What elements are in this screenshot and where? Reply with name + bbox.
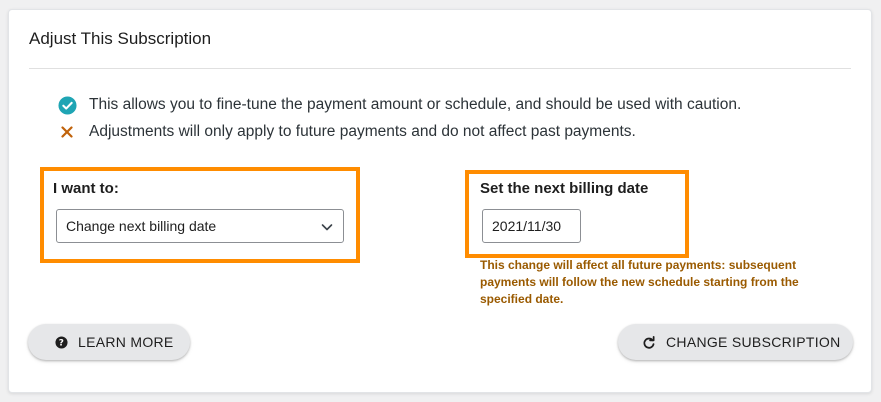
action-select[interactable]: Change next billing date [56, 209, 344, 243]
check-circle-icon [57, 95, 77, 115]
chevron-down-icon [320, 220, 334, 234]
change-subscription-button[interactable]: CHANGE SUBSCRIPTION [618, 324, 853, 360]
redo-arrow-icon [642, 335, 656, 349]
want-to-label: I want to: [53, 180, 119, 197]
billing-date-label: Set the next billing date [480, 180, 649, 197]
note-future-only: Adjustments will only apply to future pa… [57, 122, 636, 142]
x-mark-icon [57, 122, 77, 142]
learn-more-button[interactable]: ? LEARN MORE [28, 324, 190, 360]
note-future-only-text: Adjustments will only apply to future pa… [89, 123, 636, 140]
note-caution-text: This allows you to fine-tune the payment… [89, 96, 742, 113]
note-caution: This allows you to fine-tune the payment… [57, 95, 741, 115]
question-circle-icon: ? [54, 335, 68, 349]
billing-date-input[interactable]: 2021/11/30 [482, 209, 581, 243]
card-title: Adjust This Subscription [29, 29, 212, 48]
adjust-subscription-card: Adjust This Subscription This allows you… [8, 9, 872, 393]
divider [29, 68, 851, 69]
billing-change-warning: This change will affect all future payme… [480, 258, 799, 306]
billing-date-value: 2021/11/30 [492, 218, 562, 234]
change-subscription-label: CHANGE SUBSCRIPTION [666, 334, 841, 350]
svg-text:?: ? [58, 338, 63, 348]
action-select-value: Change next billing date [66, 218, 217, 234]
learn-more-label: LEARN MORE [78, 334, 174, 350]
